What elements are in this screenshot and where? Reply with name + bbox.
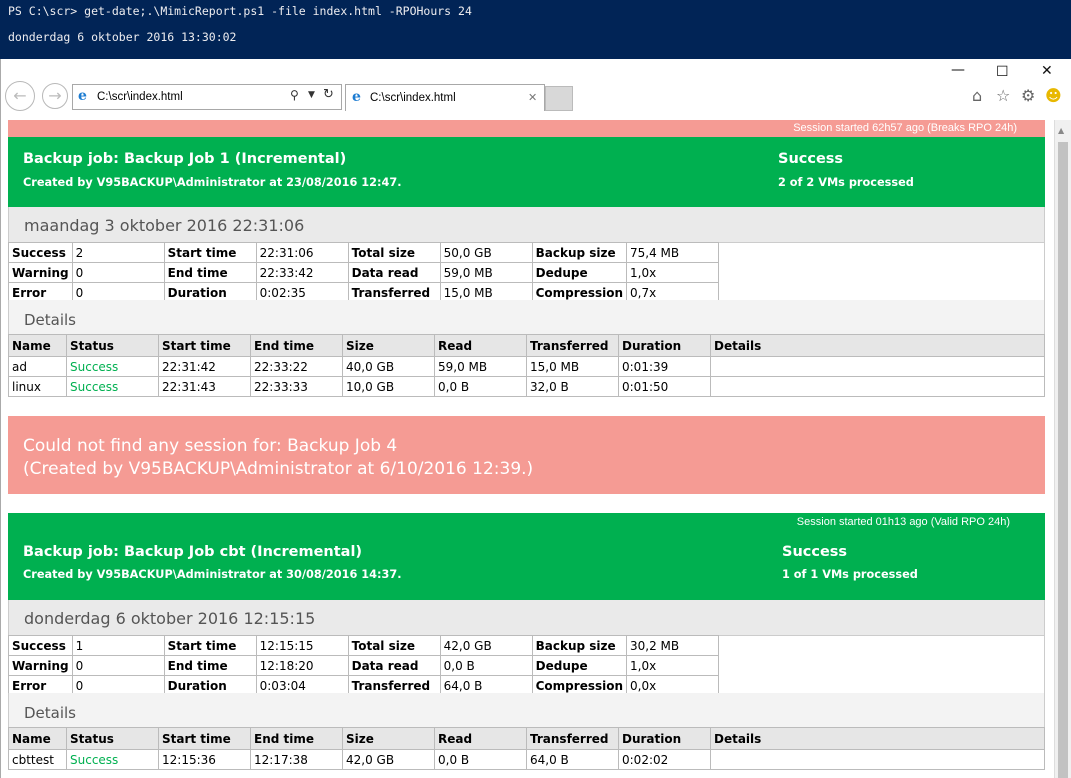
powershell-console[interactable]: PS C:\scr> get-date;.\MimicReport.ps1 -f…	[0, 0, 1071, 59]
details-header-row: Name Status Start time End time Size Read Tran…	[8, 727, 1045, 750]
summary-table: Success 1 Start time 12:15:15 Total size 42…	[8, 635, 720, 696]
favorites-icon[interactable]: ☆	[996, 86, 1010, 105]
job-header: Session started 01h13 ago (Valid RPO 24h…	[8, 513, 1045, 600]
address-bar[interactable]: C:\scr\index.html	[72, 84, 342, 110]
job-status: Success	[778, 151, 844, 167]
details-header-row: Name Status Start time End time Size Read Tran…	[8, 334, 1045, 357]
summary-row: Success 2 Start time 22:31:06 Total size 50…	[8, 242, 720, 263]
job-created: Created by V95BACKUP\Administrator at 23…	[23, 176, 402, 189]
minimize-icon[interactable]: —	[951, 62, 965, 78]
search-icon[interactable]: ⚲	[290, 88, 299, 102]
scroll-up-icon[interactable]: ▲	[1058, 126, 1064, 135]
vertical-scrollbar[interactable]: ▲	[1054, 120, 1071, 778]
refresh-icon[interactable]: ↻	[323, 87, 334, 102]
back-icon[interactable]: ←	[5, 81, 35, 111]
details-table: Name Status Start time End time Size Read Tran…	[8, 334, 1045, 397]
gear-icon[interactable]: ⚙	[1021, 86, 1035, 105]
job-created: Created by V95BACKUP\Administrator at 30…	[23, 568, 402, 581]
home-icon[interactable]: ⌂	[972, 86, 982, 105]
scroll-thumb[interactable]	[1058, 142, 1068, 778]
table-row: linux Success 22:31:43 22:33:33 10,0 GB 0,0 B…	[8, 376, 1045, 397]
address-text: C:\scr\index.html	[97, 91, 183, 103]
missing-line1: Could not find any session for: Backup J…	[23, 436, 398, 456]
job-title: Backup job: Backup Job 1 (Incremental)	[23, 151, 347, 167]
ie-tab-icon: e	[352, 89, 361, 105]
command-output: donderdag 6 oktober 2016 13:30:02	[8, 30, 237, 44]
tab-close-icon[interactable]: ✕	[528, 91, 537, 104]
details-heading: Details	[8, 300, 1045, 334]
missing-session-banner: Could not find any session for: Backup J…	[8, 416, 1045, 494]
job-status: Success	[782, 544, 848, 560]
summary-row: Warning 0 End time 12:18:20 Data read 0,0 B…	[8, 655, 720, 676]
details-heading: Details	[8, 693, 1045, 727]
session-date: donderdag 6 oktober 2016 12:15:15	[8, 600, 1045, 635]
missing-line2: (Created by V95BACKUP\Administrator at 6…	[23, 459, 534, 479]
tab-index[interactable]: C:\scr\index.html	[345, 84, 545, 111]
rpo-status-bar: Session started 62h57 ago (Breaks RPO 24…	[8, 120, 1045, 137]
close-icon[interactable]: ✕	[1041, 63, 1053, 79]
job-title: Backup job: Backup Job cbt (Incremental)	[23, 544, 363, 560]
job-processed: 1 of 1 VMs processed	[782, 568, 918, 581]
smiley-icon[interactable]: ☻	[1045, 86, 1062, 105]
summary-row: Warning 0 End time 22:33:42 Data read 59,0 …	[8, 262, 720, 283]
rpo-text: Session started 01h13 ago (Valid RPO 24h…	[796, 516, 1010, 528]
job-processed: 2 of 2 VMs processed	[778, 176, 914, 189]
maximize-icon[interactable]: ☐	[996, 64, 1009, 80]
new-tab-button[interactable]	[545, 86, 573, 111]
rpo-text: Session started 62h57 ago (Breaks RPO 24…	[793, 122, 1017, 134]
session-date: maandag 3 oktober 2016 22:31:06	[8, 207, 1045, 242]
forward-icon[interactable]: →	[42, 83, 68, 109]
table-row: ad Success 22:31:42 22:33:22 40,0 GB 59,0 MB 1…	[8, 356, 1045, 377]
ie-page-icon: e	[78, 88, 87, 104]
table-row: cbttest Success 12:15:36 12:17:38 42,0 GB 0,0…	[8, 749, 1045, 770]
command-line: PS C:\scr> get-date;.\MimicReport.ps1 -f…	[8, 4, 472, 18]
chevron-down-icon[interactable]: ▼	[308, 90, 315, 100]
job-header: Backup job: Backup Job 1 (Incremental) C…	[8, 137, 1045, 207]
summary-table: Success 2 Start time 22:31:06 Total size 50…	[8, 242, 720, 303]
details-table: Name Status Start time End time Size Read Tran…	[8, 727, 1045, 770]
summary-row: Success 1 Start time 12:15:15 Total size 42…	[8, 635, 720, 656]
tab-title: C:\scr\index.html	[370, 92, 456, 104]
